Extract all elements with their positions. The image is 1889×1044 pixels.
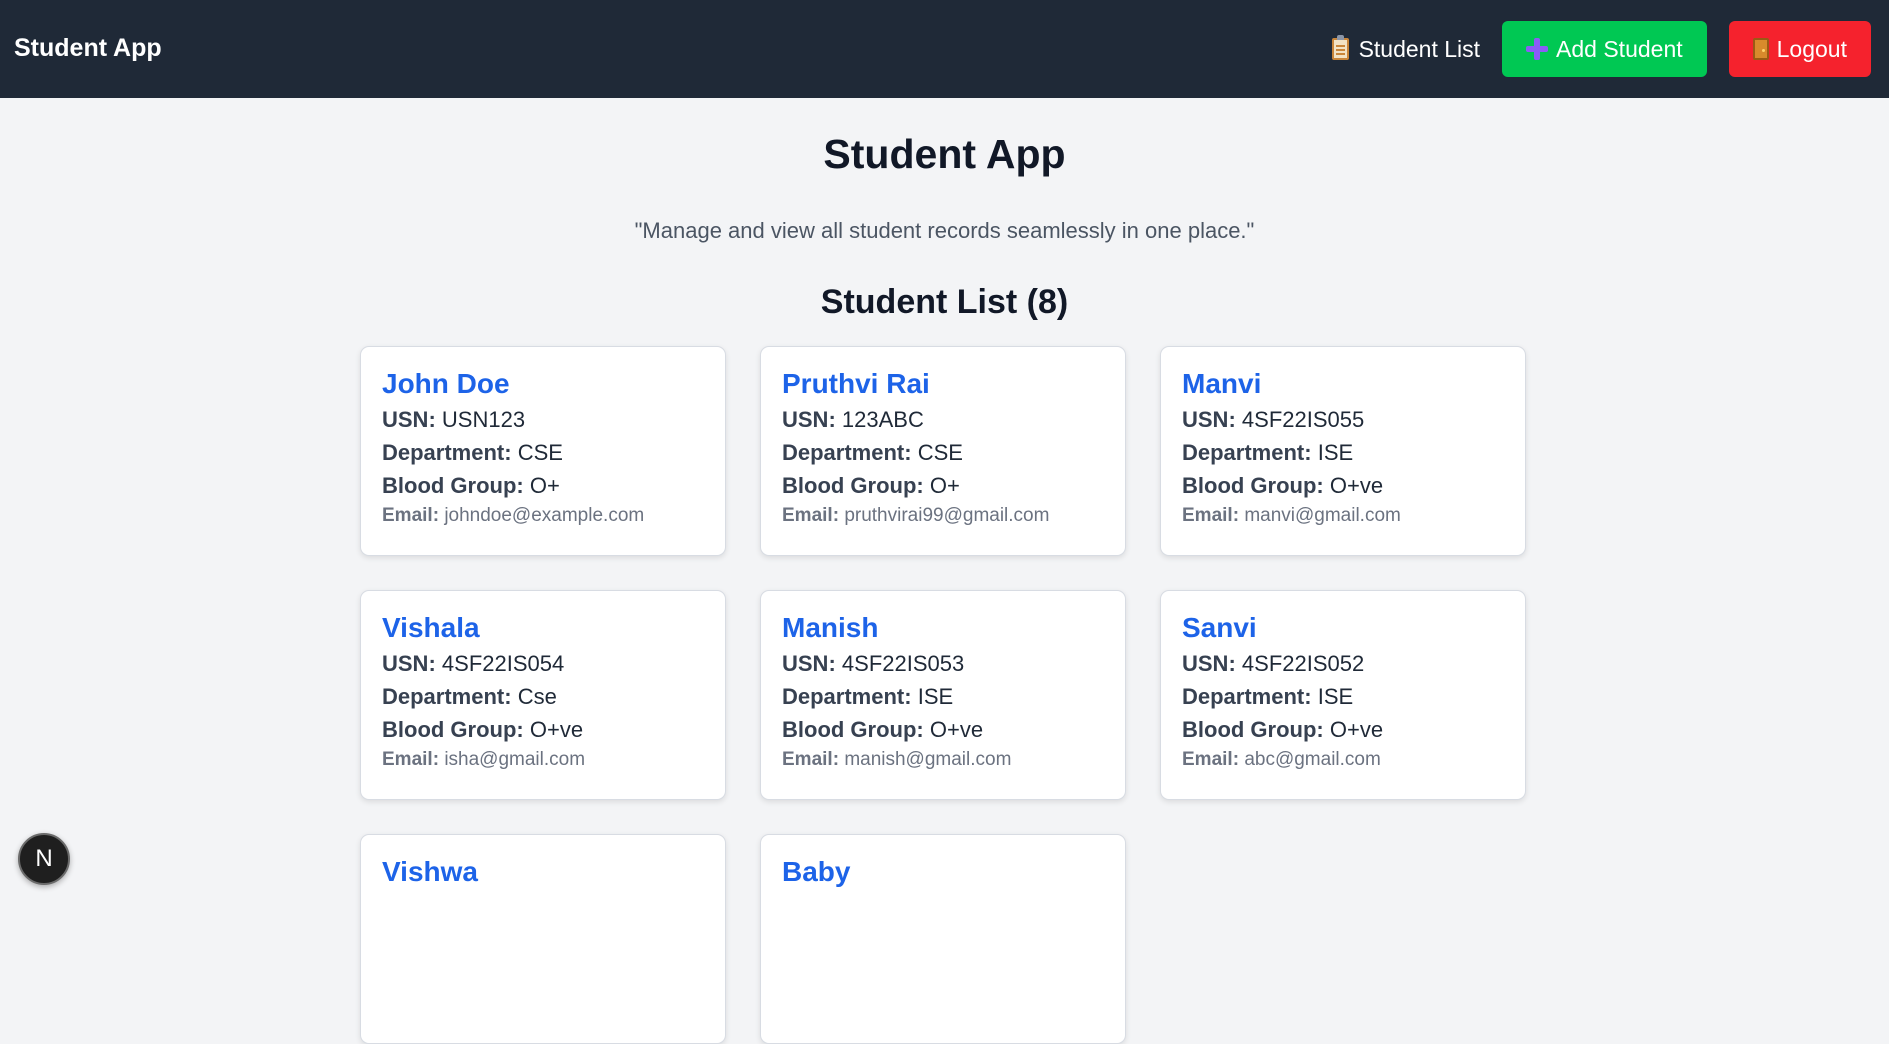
brand-title[interactable]: Student App bbox=[14, 31, 162, 65]
plus-icon bbox=[1526, 38, 1549, 60]
student-usn: USN: 4SF22IS055 bbox=[1182, 407, 1365, 432]
student-name: Manvi bbox=[1182, 368, 1262, 399]
student-card: Baby bbox=[760, 834, 1126, 1044]
student-blood-group: Blood Group: O+ve bbox=[782, 717, 984, 742]
student-usn: USN: 4SF22IS052 bbox=[1182, 651, 1365, 676]
dev-tools-badge[interactable]: N bbox=[18, 833, 70, 885]
student-name: Manish bbox=[782, 612, 879, 643]
student-email: Email: pruthvirai99@gmail.com bbox=[782, 505, 1050, 526]
student-department: Department: Cse bbox=[382, 684, 557, 709]
student-name: Pruthvi Rai bbox=[782, 368, 930, 399]
student-name: Vishala bbox=[382, 612, 480, 643]
student-department: Department: CSE bbox=[382, 440, 563, 465]
student-list-heading: Student List (8) bbox=[820, 283, 1069, 321]
student-name: Vishwa bbox=[382, 856, 478, 887]
student-card-grid: John Doe USN: USN123 Department: CSE Blo… bbox=[360, 346, 1526, 1044]
student-blood-group: Blood Group: O+ bbox=[382, 473, 560, 498]
student-email: Email: abc@gmail.com bbox=[1182, 749, 1381, 770]
student-email: Email: manish@gmail.com bbox=[782, 749, 1012, 770]
student-usn: USN: 4SF22IS054 bbox=[382, 651, 565, 676]
student-list-label: Student List bbox=[1358, 35, 1481, 62]
logout-label: Logout bbox=[1776, 35, 1847, 62]
clipboard-icon bbox=[1331, 35, 1349, 60]
student-department: Department: ISE bbox=[1182, 684, 1354, 709]
student-department: Department: CSE bbox=[782, 440, 963, 465]
student-usn: USN: 4SF22IS053 bbox=[782, 651, 965, 676]
student-department: Department: ISE bbox=[1182, 440, 1354, 465]
student-name: Baby bbox=[782, 856, 851, 887]
student-blood-group: Blood Group: O+ve bbox=[382, 717, 584, 742]
student-department: Department: ISE bbox=[782, 684, 954, 709]
student-list-link[interactable]: Student List bbox=[1331, 35, 1481, 63]
add-student-label: Add Student bbox=[1556, 35, 1683, 62]
logout-button[interactable]: Logout bbox=[1728, 21, 1871, 77]
student-card: Vishala USN: 4SF22IS054 Department: Cse … bbox=[360, 590, 726, 800]
add-student-button[interactable]: Add Student bbox=[1502, 21, 1707, 77]
navbar: Student App Student List Add Student Log… bbox=[0, 0, 1889, 98]
student-email: Email: manvi@gmail.com bbox=[1182, 505, 1401, 526]
student-blood-group: Blood Group: O+ve bbox=[1182, 717, 1384, 742]
student-card: John Doe USN: USN123 Department: CSE Blo… bbox=[360, 346, 726, 556]
student-usn: USN: 123ABC bbox=[782, 407, 924, 432]
student-email: Email: isha@gmail.com bbox=[382, 749, 586, 770]
student-blood-group: Blood Group: O+ bbox=[782, 473, 960, 498]
student-card: Pruthvi Rai USN: 123ABC Department: CSE … bbox=[760, 346, 1126, 556]
student-blood-group: Blood Group: O+ve bbox=[1182, 473, 1384, 498]
student-name: John Doe bbox=[382, 368, 510, 399]
door-icon bbox=[1752, 38, 1769, 60]
student-card: Manish USN: 4SF22IS053 Department: ISE B… bbox=[760, 590, 1126, 800]
student-card: Manvi USN: 4SF22IS055 Department: ISE Bl… bbox=[1160, 346, 1526, 556]
page-title: Student App bbox=[823, 131, 1066, 177]
student-email: Email: johndoe@example.com bbox=[382, 505, 645, 526]
student-card: Sanvi USN: 4SF22IS052 Department: ISE Bl… bbox=[1160, 590, 1526, 800]
student-name: Sanvi bbox=[1182, 612, 1257, 643]
student-card: Vishwa bbox=[360, 834, 726, 1044]
student-usn: USN: USN123 bbox=[382, 407, 526, 432]
page-tagline: "Manage and view all student records sea… bbox=[634, 218, 1255, 243]
nav-actions: Student List Add Student Logout bbox=[1331, 21, 1871, 77]
